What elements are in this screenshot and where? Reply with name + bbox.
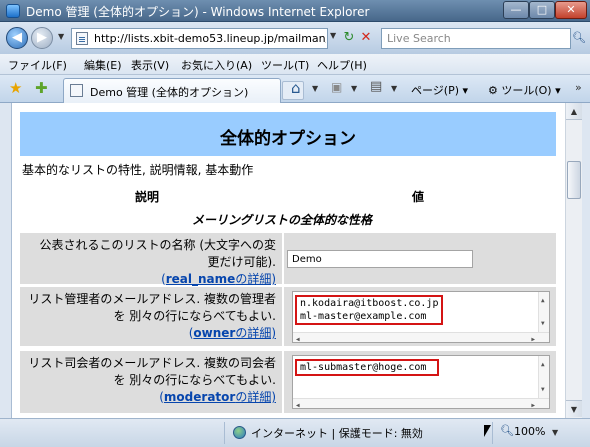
favorites-star-icon[interactable]: ★: [9, 79, 22, 97]
option-description: 公表されるこのリストの名称 (大文字への変更だけ可能).: [39, 238, 277, 269]
moderator-textarea[interactable]: ml-submaster@hoge.com ▲ ▼ ◀ ▶: [292, 355, 550, 409]
owner-addresses: n.kodaira@itboost.co.jp ml-master@exampl…: [295, 295, 444, 325]
textarea-horizontal-scrollbar[interactable]: ◀ ▶: [293, 398, 549, 409]
page-menu-button[interactable]: ページ(P) ▾: [411, 82, 468, 98]
option-description: リスト司会者のメールアドレス. 複数の司会者を 別々の行にならべてもよい.: [28, 356, 276, 387]
address-url[interactable]: http://lists.xbit-demo53.lineup.jp/mailm…: [94, 32, 326, 45]
real-name-details-link[interactable]: real_nameの詳細): [166, 272, 276, 286]
search-input[interactable]: Live Search: [381, 28, 571, 49]
option-description: リスト管理者のメールアドレス. 複数の管理者を 別々の行にならべてもよい.: [28, 292, 276, 323]
print-dropdown-icon[interactable]: ▼: [391, 84, 397, 93]
more-commands-icon[interactable]: »: [575, 81, 582, 94]
option-label-moderator: リスト司会者のメールアドレス. 複数の司会者を 別々の行にならべてもよい. (m…: [20, 351, 282, 413]
link-key: real_name: [165, 272, 236, 286]
scroll-down-icon[interactable]: ▼: [566, 400, 582, 417]
zoom-icon[interactable]: 🔍︎: [500, 424, 514, 437]
option-label-real-name: 公表されるこのリストの名称 (大文字への変更だけ可能). (real_nameの…: [20, 233, 282, 286]
link-suffix: の詳細): [235, 272, 276, 286]
option-value-moderator: ml-submaster@hoge.com ▲ ▼ ◀ ▶: [284, 351, 556, 413]
heading-band: 全体的オプション: [20, 112, 556, 156]
tab-demo-admin[interactable]: Demo 管理 (全体的オプション): [63, 78, 281, 103]
option-value-owner: n.kodaira@itboost.co.jp ml-master@exampl…: [284, 287, 556, 346]
scroll-thumb[interactable]: [567, 161, 581, 199]
status-divider: [224, 422, 225, 444]
option-label-owner: リスト管理者のメールアドレス. 複数の管理者を 別々の行にならべてもよい. (o…: [20, 287, 282, 346]
address-toolbar: ◀ ▶ ▼ http://lists.xbit-demo53.lineup.jp…: [0, 22, 590, 54]
page-icon: [70, 84, 83, 97]
ie-app-icon: [6, 4, 20, 18]
home-icon[interactable]: ⌂: [291, 79, 301, 97]
left-frame: [0, 103, 12, 418]
link-suffix: の詳細): [235, 390, 276, 404]
moderator-addresses: ml-submaster@hoge.com: [295, 359, 439, 376]
real-name-input[interactable]: Demo: [287, 250, 473, 268]
refresh-icon[interactable]: ↻: [340, 29, 358, 47]
owner-textarea[interactable]: n.kodaira@itboost.co.jp ml-master@exampl…: [292, 291, 550, 343]
textarea-horizontal-scrollbar[interactable]: ◀ ▶: [293, 332, 549, 343]
close-button[interactable]: ✕: [555, 1, 587, 19]
zoom-level[interactable]: 100%: [514, 425, 545, 438]
scroll-up-icon[interactable]: ▲: [566, 103, 582, 120]
status-bar: インターネット | 保護モード: 無効 🔍︎ 100% ▼: [0, 418, 590, 447]
tools-menu-label: ツール(O): [501, 84, 552, 97]
page-menu-label: ページ(P): [411, 84, 459, 97]
globe-icon: [233, 426, 246, 439]
option-value-real-name: Demo: [284, 233, 556, 284]
menu-help[interactable]: ヘルプ(H): [317, 57, 367, 73]
page-subtitle: 基本的なリストの特性, 説明情報, 基本動作: [22, 163, 254, 177]
status-divider: [492, 422, 493, 444]
print-icon[interactable]: ▤: [370, 79, 382, 94]
feeds-dropdown-icon[interactable]: ▼: [351, 84, 357, 93]
owner-details-link[interactable]: ownerの詳細): [193, 326, 276, 340]
tab-command-bar: ★ ✚ Demo 管理 (全体的オプション) ⌂ ▼ ▣ ▼ ▤ ▼ ページ(P…: [0, 75, 590, 103]
add-favorite-icon[interactable]: ✚: [35, 79, 48, 97]
menu-view[interactable]: 表示(V): [131, 57, 169, 73]
moderator-details-link[interactable]: moderatorの詳細): [164, 390, 276, 404]
menu-favorites[interactable]: お気に入り(A): [181, 57, 252, 73]
menu-file[interactable]: ファイル(F): [8, 57, 67, 73]
search-placeholder: Live Search: [387, 32, 451, 45]
link-key: moderator: [163, 390, 236, 404]
zoom-dropdown-icon[interactable]: ▼: [552, 428, 558, 437]
home-dropdown-icon[interactable]: ▼: [312, 84, 318, 93]
window-title: Demo 管理 (全体的オプション) - Windows Internet Ex…: [26, 5, 370, 19]
maximize-button[interactable]: □: [529, 1, 555, 19]
page-scrollbar[interactable]: ▲ ▼: [565, 103, 582, 418]
mouse-cursor-icon: [484, 425, 491, 437]
address-dropdown-icon[interactable]: ▼: [330, 31, 336, 40]
minimize-button[interactable]: —: [503, 1, 529, 19]
tab-label: Demo 管理 (全体的オプション): [90, 86, 249, 99]
menu-bar: ファイル(F) 編集(E) 表示(V) お気に入り(A) ツール(T) ヘルプ(…: [0, 54, 590, 75]
tools-menu-button[interactable]: ⚙ ツール(O) ▾: [488, 82, 561, 98]
column-header-description: 説明: [135, 190, 160, 204]
back-button[interactable]: ◀: [6, 27, 28, 49]
address-field[interactable]: http://lists.xbit-demo53.lineup.jp/mailm…: [71, 28, 328, 49]
section-title: メーリングリストの全体的な性格: [192, 213, 373, 227]
link-suffix: の詳細): [235, 326, 276, 340]
column-header-value: 値: [412, 190, 425, 204]
page-content: 全体的オプション 基本的なリストの特性, 説明情報, 基本動作 説明 値 メーリ…: [12, 103, 565, 418]
forward-button[interactable]: ▶: [31, 27, 53, 49]
menu-edit[interactable]: 編集(E): [84, 57, 122, 73]
feeds-icon[interactable]: ▣: [331, 80, 342, 94]
page-title: 全体的オプション: [220, 129, 356, 149]
menu-tools[interactable]: ツール(T): [261, 57, 309, 73]
search-icon[interactable]: 🔍︎: [572, 31, 586, 44]
page-icon: [76, 32, 88, 45]
security-zone[interactable]: インターネット | 保護モード: 無効: [251, 425, 423, 441]
link-key: owner: [193, 326, 236, 340]
recent-pages-dropdown-icon[interactable]: ▼: [58, 32, 64, 41]
stop-icon[interactable]: ✕: [357, 29, 375, 47]
right-frame: [582, 103, 590, 418]
window-title-bar[interactable]: Demo 管理 (全体的オプション) - Windows Internet Ex…: [0, 0, 590, 22]
